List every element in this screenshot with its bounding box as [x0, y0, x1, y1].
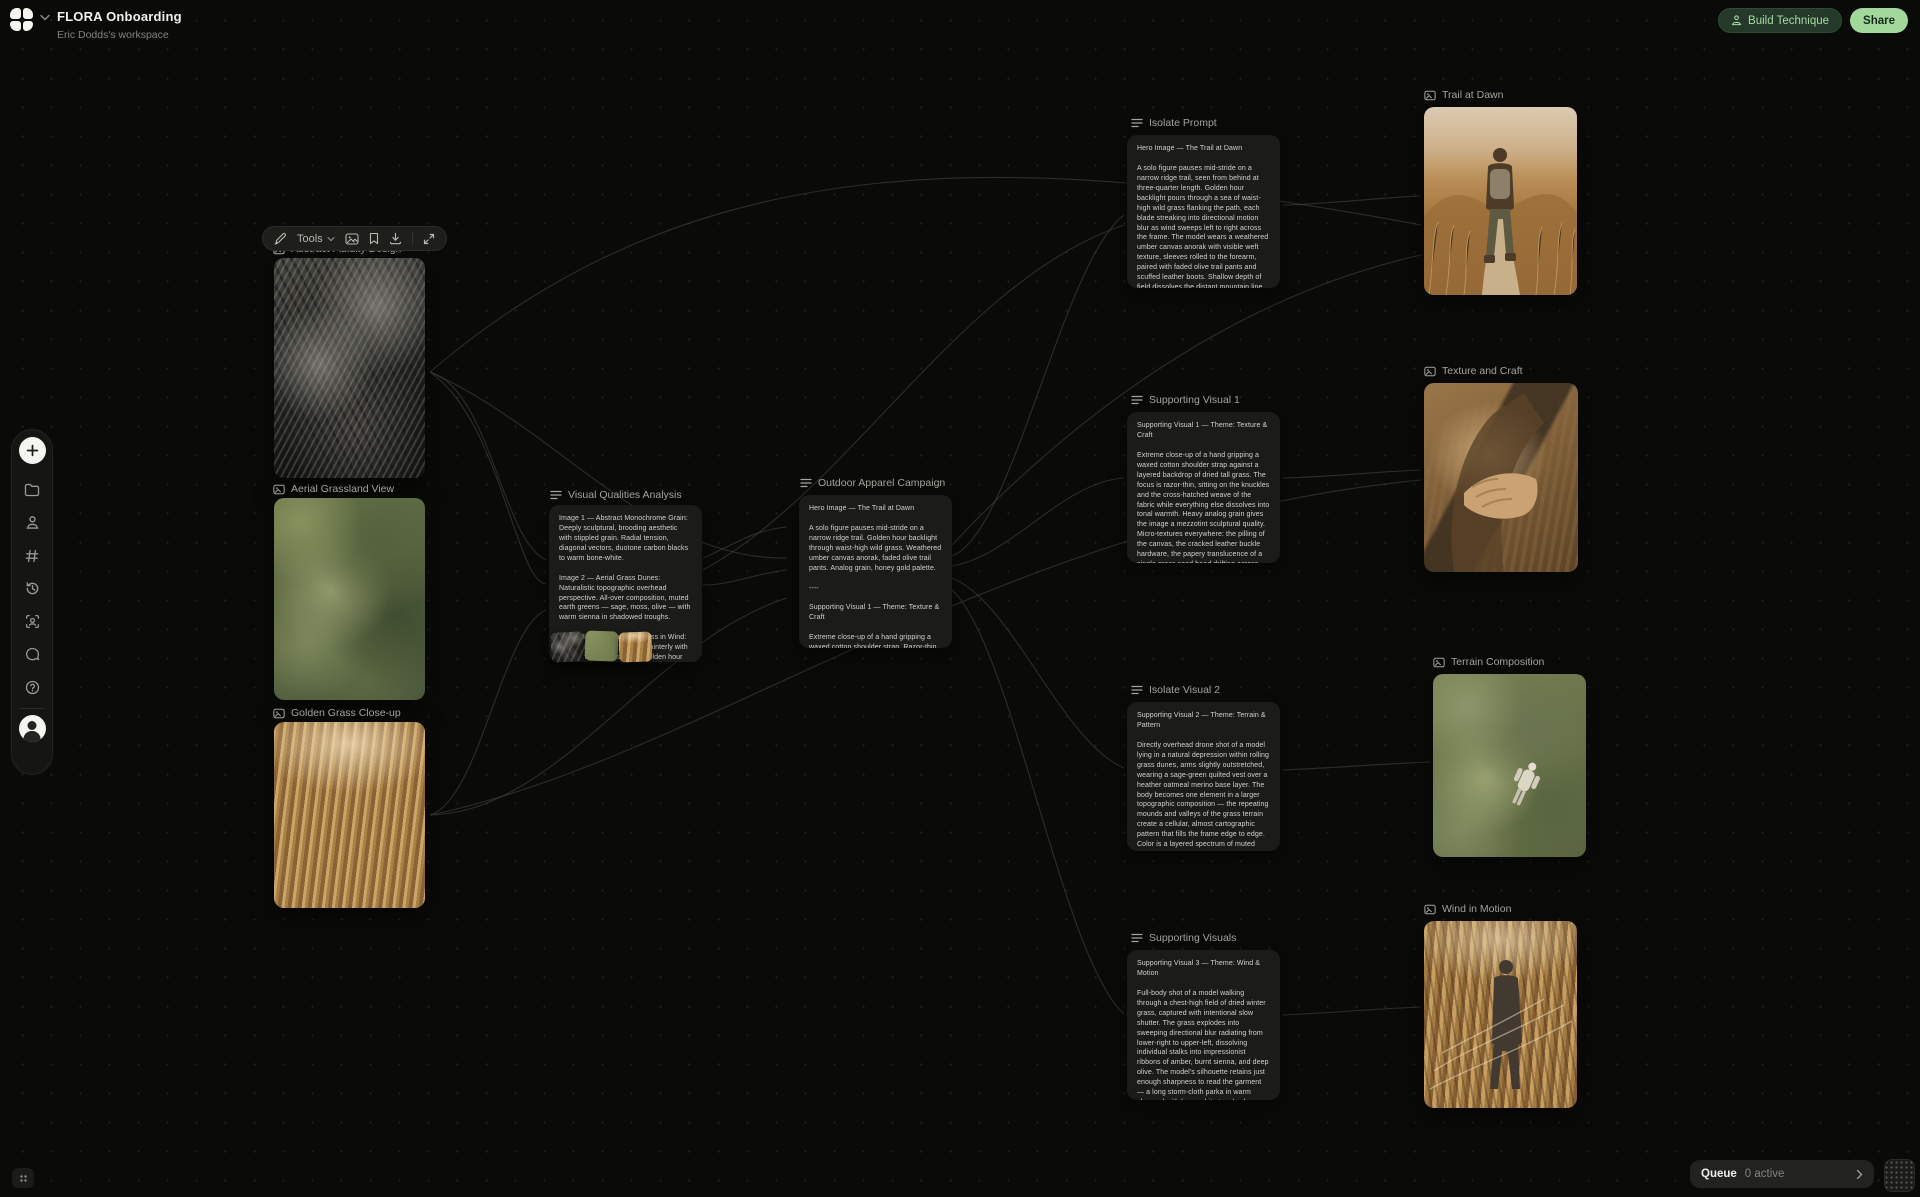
text-node-isolate-visual-2[interactable]: Supporting Visual 2 — Theme: Terrain & P…: [1127, 702, 1280, 851]
build-technique-label: Build Technique: [1748, 15, 1829, 27]
text-node-supporting-visual-1[interactable]: Supporting Visual 1 — Theme: Texture & C…: [1127, 412, 1280, 563]
text-node-icon: [1131, 118, 1143, 128]
workspace-name: Eric Dodds's workspace: [57, 29, 169, 41]
thumbnail-moss[interactable]: [584, 630, 618, 661]
text-node-icon: [1131, 685, 1143, 695]
node-label-text: Wind in Motion: [1442, 903, 1511, 915]
workspace-chevron-icon[interactable]: [40, 14, 50, 21]
thumbnail-amber[interactable]: [618, 631, 652, 662]
thumbnail-abstract[interactable]: [550, 631, 585, 663]
history-icon: [25, 581, 40, 596]
image-node-abstract-fluidity[interactable]: [274, 258, 425, 478]
node-header-supporting-visuals[interactable]: Supporting Visuals: [1131, 932, 1236, 944]
image-node-icon: [273, 708, 285, 719]
image-node-icon: [1433, 657, 1445, 668]
minimap-button[interactable]: [1884, 1159, 1915, 1192]
node-title-text: Supporting Visual 1: [1149, 394, 1240, 406]
node-label-text: Aerial Grassland View: [291, 483, 394, 495]
dots-grid-icon: [19, 1174, 28, 1183]
folder-icon: [24, 483, 40, 497]
sidebar-item-techniques[interactable]: [19, 506, 45, 539]
text-node-isolate-prompt[interactable]: Hero Image — The Trail at Dawn A solo fi…: [1127, 135, 1280, 288]
node-header-visual-qualities[interactable]: Visual Qualities Analysis: [550, 489, 682, 501]
add-node-button[interactable]: [19, 437, 46, 464]
app-header: FLORA Onboarding Eric Dodds's workspace …: [0, 0, 1920, 56]
text-node-outdoor-apparel[interactable]: Hero Image — The Trail at Dawn A solo fi…: [799, 495, 952, 648]
queue-chevron-icon: [1856, 1169, 1863, 1180]
image-node-golden-grass[interactable]: [274, 722, 425, 908]
image-node-terrain-composition[interactable]: [1433, 674, 1586, 857]
image-node-trail-at-dawn[interactable]: [1424, 107, 1577, 295]
node-label-texture-and-craft[interactable]: Texture and Craft: [1424, 365, 1523, 377]
node-title-text: Isolate Prompt: [1149, 117, 1217, 129]
tool-sidebar: [11, 429, 53, 775]
node-header-supporting-visual-1[interactable]: Supporting Visual 1: [1131, 394, 1240, 406]
edit-pencil-icon[interactable]: [274, 232, 287, 245]
toolbar-divider: [412, 232, 413, 245]
image-node-icon: [1424, 904, 1436, 915]
node-title-text: Isolate Visual 2: [1149, 684, 1220, 696]
node-title-text: Outdoor Apparel Campaign: [818, 477, 945, 489]
node-title-text: Visual Qualities Analysis: [568, 489, 682, 501]
face-scan-icon: [25, 614, 40, 629]
hash-icon: [25, 549, 39, 563]
help-icon: [25, 680, 40, 695]
expand-icon[interactable]: [423, 233, 435, 245]
node-title-text: Supporting Visuals: [1149, 932, 1236, 944]
node-header-isolate-visual-2[interactable]: Isolate Visual 2: [1131, 684, 1220, 696]
build-technique-button[interactable]: Build Technique: [1718, 8, 1842, 33]
sidebar-item-history[interactable]: [19, 572, 45, 605]
node-label-text: Terrain Composition: [1451, 656, 1544, 668]
bookmark-icon[interactable]: [369, 232, 379, 245]
image-node-wind-in-motion[interactable]: [1424, 921, 1577, 1108]
text-node-icon: [1131, 395, 1143, 405]
node-header-isolate-prompt[interactable]: Isolate Prompt: [1131, 117, 1217, 129]
node-label-terrain-composition[interactable]: Terrain Composition: [1433, 656, 1544, 668]
sidebar-item-help[interactable]: [19, 671, 45, 704]
queue-label: Queue: [1701, 1168, 1737, 1180]
sidebar-item-chat[interactable]: [19, 638, 45, 671]
node-label-text: Trail at Dawn: [1442, 89, 1503, 101]
sidebar-item-face-capture[interactable]: [19, 605, 45, 638]
canvas-grid-toggle-button[interactable]: [12, 1168, 34, 1188]
share-button[interactable]: Share: [1850, 8, 1908, 33]
flora-logo[interactable]: [10, 8, 33, 31]
download-icon[interactable]: [389, 232, 402, 245]
image-node-icon: [273, 484, 285, 495]
text-node-icon: [550, 490, 562, 500]
sidebar-divider: [19, 708, 45, 709]
sidebar-item-channels[interactable]: [19, 539, 45, 572]
node-label-aerial-grassland[interactable]: Aerial Grassland View: [273, 483, 394, 495]
tools-chevron-icon: [327, 236, 335, 242]
sidebar-item-files[interactable]: [19, 473, 45, 506]
selection-toolbar: Tools: [262, 226, 447, 251]
person-marker-icon: [25, 515, 40, 530]
node-label-trail-at-dawn[interactable]: Trail at Dawn: [1424, 89, 1503, 101]
node-label-text: Texture and Craft: [1442, 365, 1523, 377]
node-label-wind-in-motion[interactable]: Wind in Motion: [1424, 903, 1511, 915]
node-label-golden-grass[interactable]: Golden Grass Close-up: [273, 707, 401, 719]
project-title: FLORA Onboarding: [57, 9, 182, 24]
image-tool-icon[interactable]: [345, 233, 359, 245]
user-avatar[interactable]: [19, 715, 46, 742]
image-node-texture-and-craft[interactable]: [1424, 383, 1578, 572]
node-label-text: Golden Grass Close-up: [291, 707, 401, 719]
text-node-supporting-visuals[interactable]: Supporting Visual 3 — Theme: Wind & Moti…: [1127, 950, 1280, 1100]
node-header-outdoor-apparel[interactable]: Outdoor Apparel Campaign: [800, 477, 945, 489]
chat-icon: [25, 647, 40, 662]
image-node-icon: [1424, 90, 1436, 101]
image-node-aerial-grassland[interactable]: [274, 498, 425, 700]
queue-status: 0 active: [1745, 1168, 1848, 1180]
image-node-icon: [1424, 366, 1436, 377]
build-technique-icon: [1731, 15, 1742, 26]
queue-bar[interactable]: Queue 0 active: [1690, 1160, 1874, 1188]
plus-icon: [26, 444, 39, 457]
tools-label: Tools: [297, 233, 323, 245]
tools-dropdown[interactable]: Tools: [297, 233, 335, 245]
text-node-icon: [800, 478, 812, 488]
text-node-icon: [1131, 933, 1143, 943]
